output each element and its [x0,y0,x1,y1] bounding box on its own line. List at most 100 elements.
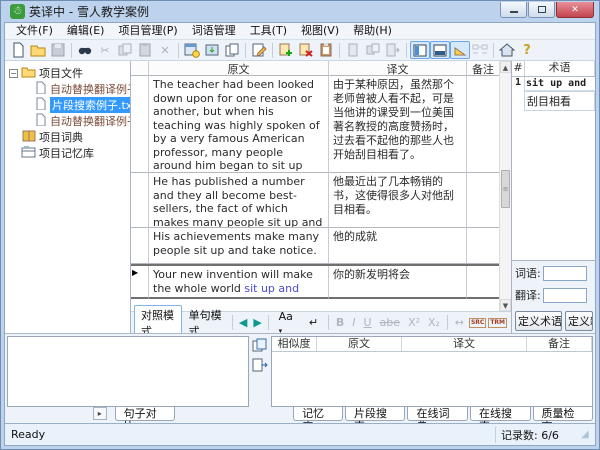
translation-input[interactable] [543,288,587,303]
tag-button[interactable]: ↔ [451,316,468,329]
titlebar[interactable]: ☃ 英译中 - 雪人教学案例 ✕ [4,1,596,22]
table-row[interactable]: He has published a number and they all b… [131,173,499,228]
open-file-button[interactable] [28,41,48,59]
note-cell[interactable] [467,266,499,299]
project-properties-button[interactable] [182,41,202,59]
menubar: 文件(F) 编辑(E) 项目管理(P) 词语管理 工具(T) 视图(V) 帮助(… [5,23,595,40]
tab-online-search[interactable]: 在线搜索 [470,407,531,421]
tree-file-3[interactable]: 自动替换翻译例子2. [5,113,130,129]
project-import-button[interactable] [202,41,222,59]
italic-button[interactable]: I [348,316,359,329]
target-cell[interactable]: 你的新发明将会 [329,266,467,299]
term-row[interactable]: 1 sit up and 刮目相看 [512,77,595,111]
scrollbar-track[interactable]: ≡ [500,73,511,299]
target-cell[interactable]: 他的成就 [329,228,467,264]
note-cell[interactable] [467,76,499,173]
paste-term-button[interactable] [316,41,336,59]
toggle-terms-button[interactable] [450,41,470,59]
resize-grip[interactable]: ◢ [581,429,595,440]
tab-sentence-compare[interactable]: 句子对比 [115,407,176,421]
table-row[interactable]: The teacher had been looked down upon fo… [131,76,499,173]
delete-icon[interactable]: ✕ [155,41,175,59]
new-file-button[interactable] [8,41,28,59]
tab-online-dictionary[interactable]: 在线词典 [407,407,468,421]
table-row-current[interactable]: ▶ Your new invention will make the whole… [131,264,499,299]
source-cell[interactable]: He has published a number and they all b… [149,173,329,228]
scroll-up-icon[interactable]: ▲ [500,61,511,73]
previous-segment-button[interactable]: ◀ [236,316,250,329]
paste-icon[interactable] [135,41,155,59]
define-new-word-button[interactable]: 定义新词 [565,311,593,331]
copy-icon[interactable] [115,41,135,59]
toolbar-separator [328,315,329,330]
term-source[interactable]: sit up and [525,77,595,91]
menu-tools[interactable]: 工具(T) [243,23,294,39]
menu-file[interactable]: 文件(F) [9,23,60,39]
close-button[interactable]: ✕ [556,2,594,18]
add-term-button[interactable] [276,41,296,59]
word-input[interactable] [543,266,587,281]
source-cell[interactable]: His achievements make many people sit up… [149,228,329,264]
project-copy-button[interactable] [222,41,242,59]
vertical-scrollbar[interactable]: ▲ ≡ ▼ [499,61,511,311]
target-cell[interactable]: 他最近出了几本畅销的书，这使得很多人对他刮目相看。 [329,173,467,228]
table-row[interactable]: His achievements make many people sit up… [131,228,499,264]
menu-terms[interactable]: 词语管理 [185,23,243,39]
font-button[interactable]: Aa ▾ [272,308,302,334]
insert-result-icon[interactable] [252,358,268,375]
sentence-compare-panel[interactable] [7,336,249,407]
tab-memory[interactable]: 记忆库 [293,407,343,421]
compare-mode-button[interactable]: 对照模式 [134,305,182,334]
edit-note-button[interactable] [249,41,269,59]
find-button[interactable] [75,41,95,59]
note-cell[interactable] [467,228,499,264]
insert-term-button[interactable]: TRM [488,318,507,328]
target-cell[interactable]: 由于某种原因，虽然那个老师曾被人看不起，可是当他讲的课受到一位美国著名教授的高度… [329,76,467,173]
maximize-button[interactable] [528,2,555,18]
export-icon[interactable] [383,41,403,59]
subscript-button[interactable]: X₂ [424,316,444,329]
tree-root-project-files[interactable]: − 项目文件 [5,65,130,81]
scrollbar-thumb[interactable]: ≡ [501,170,510,208]
single-sentence-mode-button[interactable]: 单句模式 [182,305,230,334]
save-button[interactable] [48,41,68,59]
bold-button[interactable]: B [332,316,348,329]
statusbar: Ready 记录数: 6/6 ◢ [5,423,595,445]
underline-button[interactable]: U [360,316,376,329]
toggle-sidebar-button[interactable] [410,41,430,59]
scroll-down-icon[interactable]: ▼ [500,299,511,311]
note-cell[interactable] [467,173,499,228]
source-cell[interactable]: Your new invention will make the whole w… [149,266,329,299]
collapse-icon[interactable]: − [9,69,18,78]
menu-help[interactable]: 帮助(H) [346,23,399,39]
delete-term-button[interactable] [296,41,316,59]
help-button[interactable]: ? [517,41,537,59]
menu-edit[interactable]: 编辑(E) [60,23,112,39]
merge-icon[interactable] [363,41,383,59]
term-translation[interactable]: 刮目相看 [525,91,595,111]
next-segment-button[interactable]: ▶ [250,316,264,329]
menu-view[interactable]: 视图(V) [294,23,346,39]
copy-result-icon[interactable] [252,338,268,355]
superscript-button[interactable]: X² [404,316,424,329]
cut-icon[interactable]: ✂ [95,41,115,59]
tab-quality-check[interactable]: 质量检查 [533,407,594,421]
define-term-button[interactable]: 定义术语 [515,311,562,331]
memory-icon[interactable] [343,41,363,59]
menu-project[interactable]: 项目管理(P) [111,23,184,39]
tree-file-2[interactable]: 片段搜索例子.txt [5,97,130,113]
tree-item-dictionary[interactable]: 项目词典 [5,129,130,145]
source-cell[interactable]: The teacher had been looked down upon fo… [149,76,329,173]
tree-item-memory[interactable]: 项目记忆库 [5,145,130,161]
insert-break-button[interactable]: ↵ [302,314,325,331]
align-icon[interactable] [470,41,490,59]
tree-file-1[interactable]: 自动替换翻译例子.t [5,81,130,97]
tab-fragment-search[interactable]: 片段搜索 [345,407,406,421]
tab-scroll-button[interactable]: ▸ [93,407,107,420]
home-button[interactable] [497,41,517,59]
toggle-bottom-panel-button[interactable] [430,41,450,59]
strikethrough-button[interactable]: abe [376,316,405,329]
row-gutter [131,76,149,173]
minimize-button[interactable] [500,2,527,18]
copy-source-button[interactable]: SRC [469,318,486,328]
